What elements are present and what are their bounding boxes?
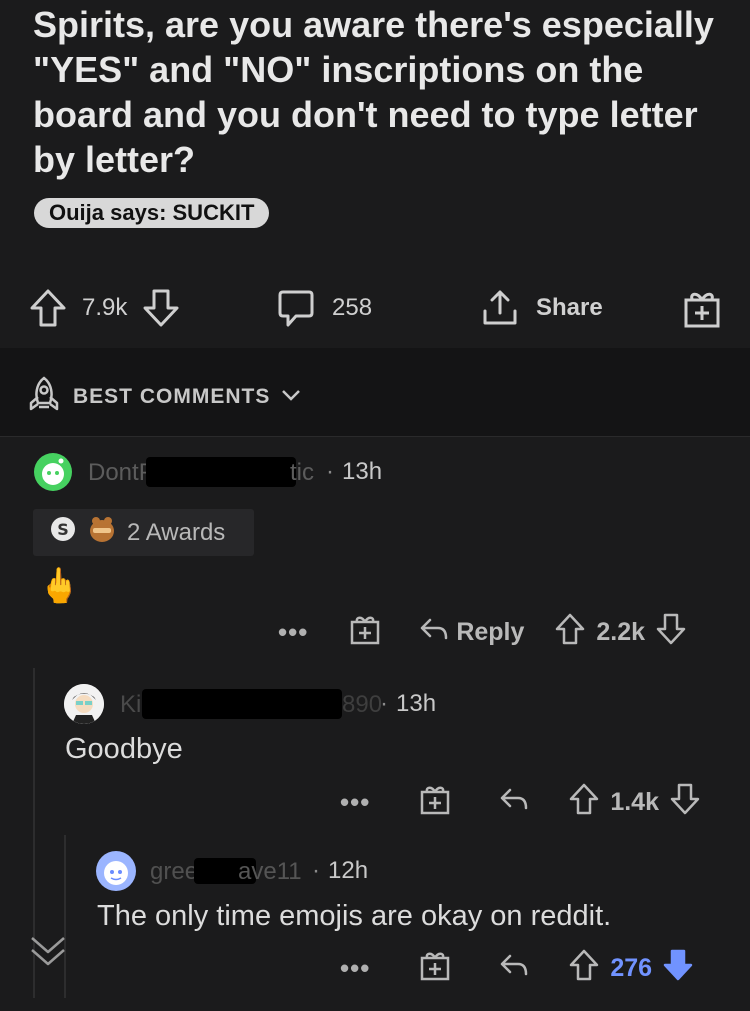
- avatar[interactable]: [96, 851, 136, 891]
- upvote-icon[interactable]: [568, 948, 600, 989]
- sort-selector[interactable]: BEST COMMENTS: [25, 375, 302, 419]
- svg-text:S: S: [57, 520, 69, 539]
- post-vote-group: 7.9k: [28, 287, 181, 329]
- comment-body: Goodbye: [65, 733, 183, 765]
- comment-score: 2.2k: [596, 618, 646, 646]
- more-options-icon[interactable]: •••: [340, 953, 370, 984]
- downvote-icon[interactable]: [141, 287, 181, 329]
- chevron-down-icon: [280, 385, 302, 409]
- comment-time: 13h: [396, 690, 437, 717]
- comment-time: 12h: [328, 857, 369, 884]
- comment-author[interactable]: gree: [150, 858, 198, 886]
- comment-author-suffix: ave11: [238, 858, 302, 885]
- share-icon: [480, 287, 520, 329]
- avatar[interactable]: [64, 684, 104, 724]
- comment-author-suffix: tic: [290, 459, 314, 486]
- comment-1-actions: ••• Reply 2.2k: [278, 612, 687, 653]
- separator-dot: ·: [312, 857, 320, 884]
- comment-2-actions: ••• 1.4k: [340, 782, 701, 823]
- upvote-icon[interactable]: [568, 782, 600, 823]
- comment-author[interactable]: DontP: [88, 459, 155, 487]
- comment-count: 258: [332, 294, 373, 321]
- more-options-icon[interactable]: •••: [340, 787, 370, 818]
- comment-score: 1.4k: [610, 788, 659, 816]
- sort-label: BEST COMMENTS: [73, 385, 271, 408]
- reply-button[interactable]: Reply: [418, 614, 524, 651]
- silver-award-icon: S: [49, 515, 77, 550]
- comment-author-suffix: 890: [342, 691, 383, 718]
- reply-icon[interactable]: [498, 950, 530, 987]
- double-chevron-down-icon: [26, 937, 70, 976]
- gift-icon[interactable]: [418, 782, 452, 823]
- upvote-icon[interactable]: [28, 287, 68, 329]
- collapse-thread-button[interactable]: [26, 928, 70, 977]
- reply-icon[interactable]: [498, 784, 530, 821]
- comment-2-header: Ki 890 · 13h: [64, 684, 436, 724]
- awards-label: 2 Awards: [127, 518, 226, 546]
- gift-icon: [681, 287, 723, 329]
- post-score: 7.9k: [82, 294, 128, 321]
- post-action-bar: 7.9k 258 Share: [0, 287, 750, 331]
- downvote-active-icon[interactable]: [662, 948, 694, 989]
- comment-3-actions: ••• 276: [340, 948, 694, 989]
- share-label: Share: [536, 294, 603, 321]
- redaction-bar: [146, 457, 296, 487]
- post-flair: Ouija says: SUCKIT: [34, 198, 270, 228]
- separator-dot: ·: [326, 458, 334, 485]
- reply-label: Reply: [456, 618, 525, 646]
- comment-author[interactable]: Ki: [120, 691, 141, 719]
- comment-1-header: DontP tic · 13h: [34, 453, 382, 491]
- comment-time: 13h: [342, 458, 383, 485]
- comment-body: The only time emojis are okay on reddit.: [97, 900, 612, 932]
- gift-icon[interactable]: [418, 948, 452, 989]
- award-button[interactable]: [681, 287, 723, 329]
- comment-score: 276: [610, 954, 653, 982]
- downvote-icon[interactable]: [655, 612, 687, 653]
- downvote-icon[interactable]: [669, 782, 701, 823]
- comment-bubble-icon: [276, 287, 316, 329]
- post-title: Spirits, are you aware there's especiall…: [33, 4, 714, 180]
- rocket-icon: [25, 375, 63, 419]
- gift-icon[interactable]: [348, 612, 382, 653]
- avatar[interactable]: [34, 453, 72, 491]
- more-options-icon[interactable]: •••: [278, 617, 308, 648]
- reply-icon: [418, 614, 450, 651]
- comment-3-header: gree ave11 · 12h: [96, 851, 368, 891]
- comments-button[interactable]: 258: [276, 287, 372, 329]
- redaction-bar: [142, 689, 342, 719]
- awards-badge[interactable]: S 2 Awards: [33, 509, 254, 556]
- upvote-icon[interactable]: [554, 612, 586, 653]
- comment-body: 🖕: [38, 567, 81, 605]
- facepalm-award-icon: [87, 514, 117, 551]
- share-button[interactable]: Share: [480, 287, 603, 329]
